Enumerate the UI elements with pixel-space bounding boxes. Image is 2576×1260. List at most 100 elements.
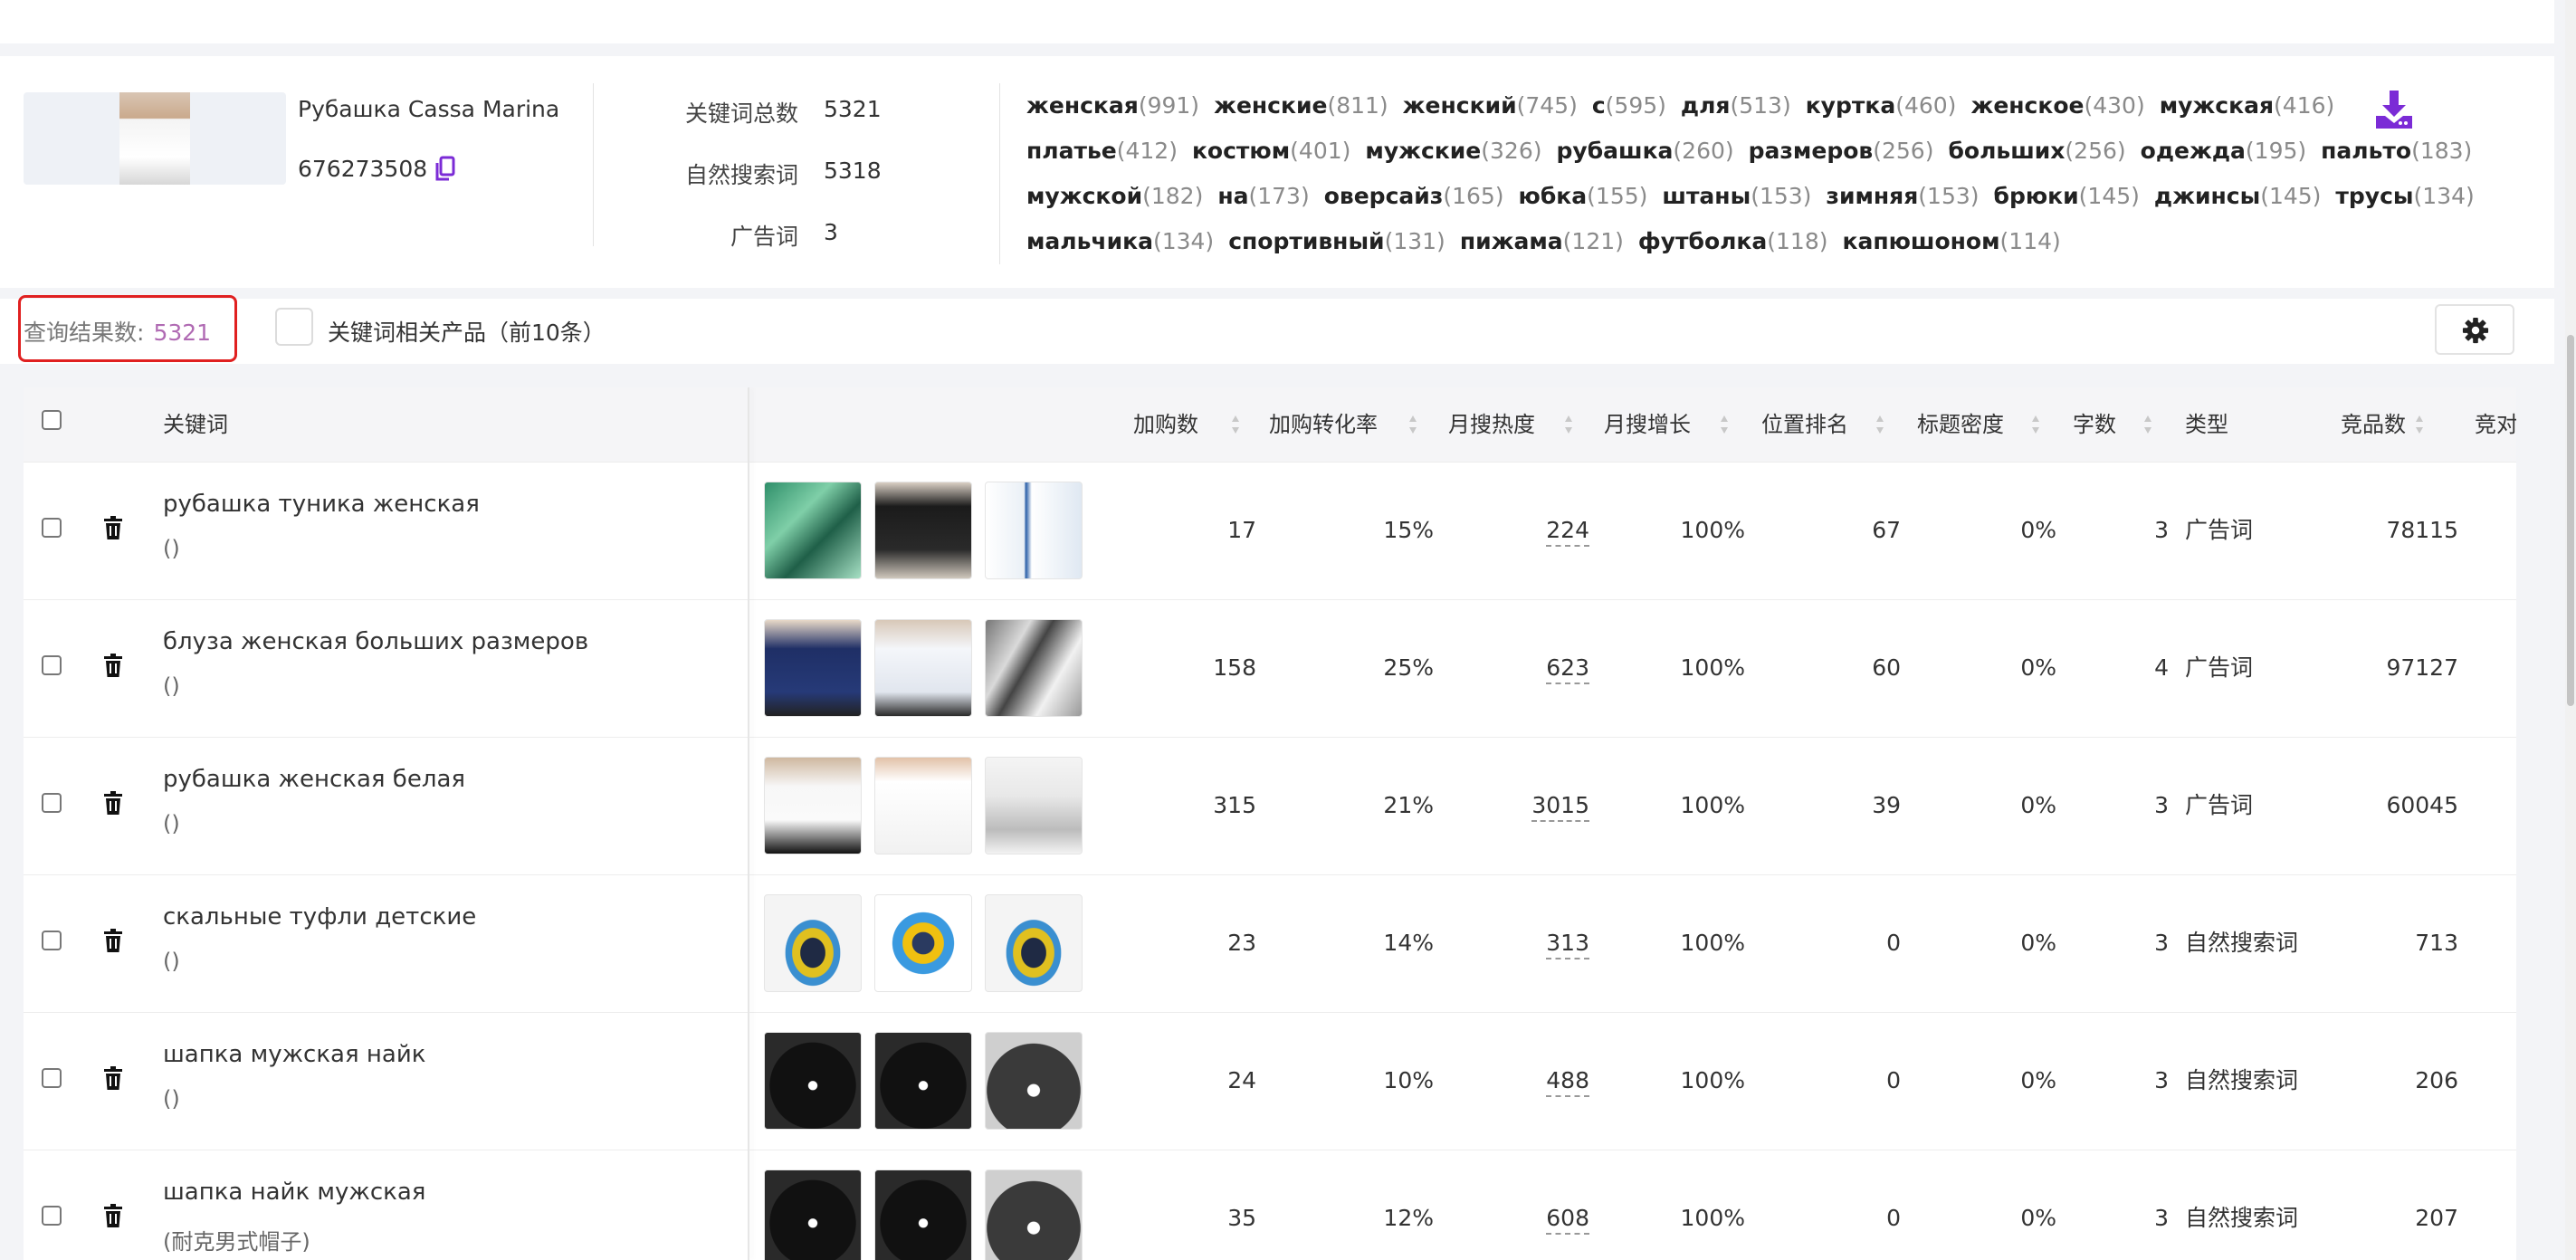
monthly-heat-value[interactable]: 623 (1546, 654, 1589, 684)
keyword-chip[interactable]: оверсайз(165) (1324, 183, 1504, 209)
trash-icon[interactable] (104, 516, 122, 539)
col-title-density[interactable]: 标题密度 (1917, 387, 2004, 462)
monthly-heat-value[interactable]: 488 (1546, 1067, 1589, 1097)
monthly-heat-link[interactable]: 608 (1454, 1150, 1589, 1260)
keyword-chip[interactable]: женский(745) (1403, 92, 1578, 119)
settings-button[interactable] (2435, 304, 2514, 355)
row-checkbox[interactable] (42, 1068, 62, 1088)
keyword-text[interactable]: рубашка туника женская (163, 491, 480, 518)
keyword-text[interactable]: блуза женская больших размеров (163, 628, 588, 655)
monthly-heat-link[interactable]: 3015 (1454, 737, 1589, 874)
related-product-image[interactable] (764, 482, 862, 579)
col-competition[interactable]: 竞对 (2475, 387, 2516, 462)
sort-icon[interactable] (1231, 414, 1240, 435)
monthly-heat-value[interactable]: 313 (1546, 930, 1589, 959)
col-word-count[interactable]: 字数 (2073, 387, 2116, 462)
keyword-chip[interactable]: футболка(118) (1638, 228, 1828, 254)
keyword-chip[interactable]: рубашка(260) (1557, 138, 1734, 164)
page-scrollbar-thumb[interactable] (2567, 335, 2574, 706)
keyword-chip[interactable]: пижама(121) (1460, 228, 1624, 254)
keyword-chip[interactable]: с(595) (1592, 92, 1666, 119)
trash-icon[interactable] (104, 654, 122, 677)
monthly-heat-link[interactable]: 623 (1454, 599, 1589, 737)
related-product-image[interactable] (764, 619, 862, 717)
keyword-chip[interactable]: мужские(326) (1365, 138, 1541, 164)
monthly-heat-link[interactable]: 224 (1454, 462, 1589, 599)
col-add-cart-rate[interactable]: 加购转化率 (1269, 387, 1378, 462)
col-keyword[interactable]: 关键词 (163, 387, 228, 462)
col-type[interactable]: 类型 (2185, 387, 2228, 462)
trash-icon[interactable] (104, 929, 122, 952)
trash-icon[interactable] (104, 1204, 122, 1227)
sort-icon[interactable] (1408, 414, 1417, 435)
keyword-chip[interactable]: размеров(256) (1749, 138, 1934, 164)
keyword-chip[interactable]: куртка(460) (1806, 92, 1957, 119)
keyword-chip[interactable]: костюм(401) (1192, 138, 1350, 164)
monthly-heat-value[interactable]: 224 (1546, 517, 1589, 547)
table-row[interactable]: рубашка женская белая () 315 21% 3015 100% 39 0… (24, 737, 2516, 875)
keyword-chip[interactable]: больших(256) (1948, 138, 2125, 164)
keyword-chip[interactable]: трусы(134) (2335, 183, 2474, 209)
row-checkbox[interactable] (42, 518, 62, 538)
table-row[interactable]: блуза женская больших размеров () 158 25% 62… (24, 599, 2516, 738)
keyword-chip[interactable]: женское(430) (1970, 92, 2144, 119)
keyword-chip[interactable]: джинсы(145) (2154, 183, 2322, 209)
monthly-heat-value[interactable]: 608 (1546, 1205, 1589, 1235)
col-monthly-growth[interactable]: 月搜增长 (1604, 387, 1691, 462)
sort-icon[interactable] (1720, 414, 1729, 435)
keyword-text[interactable]: скальные туфли детские (163, 903, 476, 931)
col-competitors[interactable]: 竞品数 (2341, 387, 2406, 462)
related-product-image[interactable] (874, 1169, 972, 1260)
related-product-image[interactable] (874, 1032, 972, 1130)
related-product-image[interactable] (874, 757, 972, 854)
row-checkbox[interactable] (42, 1206, 62, 1226)
keyword-chip[interactable]: платье(412) (1026, 138, 1178, 164)
table-row[interactable]: рубашка туника женская () 17 15% 224 100% 67 0%… (24, 462, 2516, 600)
keyword-text[interactable]: шапка мужская найк (163, 1041, 425, 1068)
col-add-cart[interactable]: 加购数 (1133, 387, 1198, 462)
keyword-chip[interactable]: брюки(145) (1994, 183, 2140, 209)
keyword-text[interactable]: рубашка женская белая (163, 766, 465, 793)
keyword-chip[interactable]: женская(991) (1026, 92, 1199, 119)
keyword-chip[interactable]: одежда(195) (2141, 138, 2307, 164)
keyword-chip[interactable]: для(513) (1681, 92, 1791, 119)
trash-icon[interactable] (104, 791, 122, 815)
keyword-chip[interactable]: зимняя(153) (1826, 183, 1979, 209)
row-checkbox[interactable] (42, 793, 62, 813)
related-product-image[interactable] (874, 894, 972, 992)
monthly-heat-link[interactable]: 313 (1454, 874, 1589, 1012)
table-row[interactable]: шапка мужская найк () 24 10% 488 100% 0 0% 3 自然搜索… (24, 1012, 2516, 1150)
col-monthly-heat[interactable]: 月搜热度 (1448, 387, 1535, 462)
related-product-image[interactable] (985, 894, 1083, 992)
sort-icon[interactable] (1564, 414, 1573, 435)
related-product-image[interactable] (985, 1169, 1083, 1260)
related-product-image[interactable] (985, 757, 1083, 854)
related-product-image[interactable] (874, 619, 972, 717)
monthly-heat-value[interactable]: 3015 (1531, 792, 1589, 822)
keyword-chip[interactable]: женские(811) (1214, 92, 1388, 119)
row-checkbox[interactable] (42, 931, 62, 950)
table-row[interactable]: скальные туфли детские () 23 14% 313 100% 0 0% 3… (24, 874, 2516, 1013)
keyword-chip[interactable]: штаны(153) (1662, 183, 1811, 209)
related-product-image[interactable] (985, 482, 1083, 579)
keyword-text[interactable]: шапка найк мужская (163, 1179, 425, 1206)
related-products-toggle[interactable] (275, 308, 313, 346)
related-product-image[interactable] (985, 1032, 1083, 1130)
row-checkbox[interactable] (42, 655, 62, 675)
product-thumbnail[interactable] (24, 92, 286, 185)
sort-icon[interactable] (2415, 414, 2424, 435)
monthly-heat-link[interactable]: 488 (1454, 1012, 1589, 1150)
related-product-image[interactable] (874, 482, 972, 579)
trash-icon[interactable] (104, 1066, 122, 1090)
sort-icon[interactable] (2031, 414, 2040, 435)
related-product-image[interactable] (764, 894, 862, 992)
keyword-chip[interactable]: на(173) (1217, 183, 1309, 209)
related-product-image[interactable] (764, 1032, 862, 1130)
col-position-rank[interactable]: 位置排名 (1761, 387, 1848, 462)
table-row[interactable]: шапка найк мужская (耐克男式帽子) 35 12% 608 100% 0 0… (24, 1150, 2516, 1260)
related-product-image[interactable] (985, 619, 1083, 717)
keyword-chip[interactable]: мальчика(134) (1026, 228, 1214, 254)
keyword-chip[interactable]: мужской(182) (1026, 183, 1203, 209)
download-icon[interactable] (2373, 89, 2415, 130)
select-all-checkbox[interactable] (42, 410, 62, 430)
